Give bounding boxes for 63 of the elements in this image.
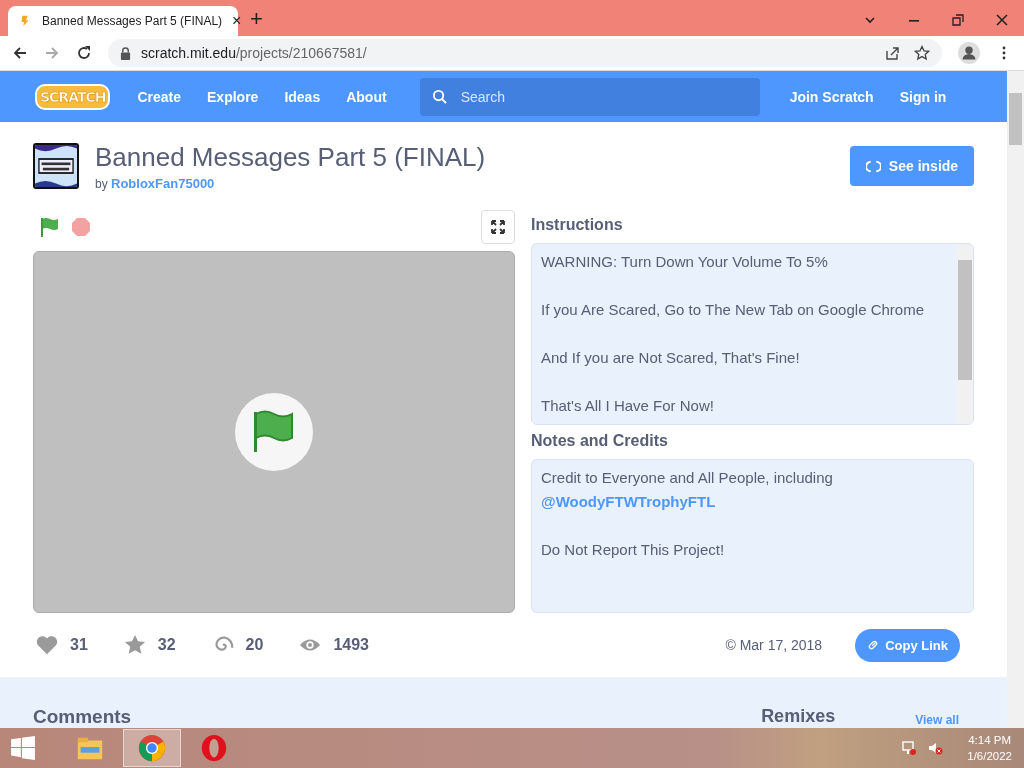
fullscreen-button[interactable]: [481, 210, 515, 244]
notes-text: Credit to Everyone and All People, including @WoodyFTWTrophyFTL: [541, 468, 834, 512]
nav-link[interactable]: Ideas: [274, 88, 331, 105]
clock-date[interactable]: 1/6/2022: [967, 748, 1012, 764]
by-label: by: [95, 176, 108, 191]
nav-link[interactable]: About: [336, 88, 397, 105]
tab-title: Banned Messages Part 5 (FINAL): [42, 14, 223, 28]
sign-in-link[interactable]: Sign in: [889, 88, 957, 105]
forward-icon[interactable]: [44, 45, 60, 61]
scrollbar[interactable]: [957, 244, 973, 424]
join-link[interactable]: Join Scratch: [779, 88, 884, 105]
search-input[interactable]: Search: [458, 87, 748, 106]
expand-icon: [490, 219, 506, 235]
stat-count: 31: [70, 636, 88, 654]
remix-arrows-icon: [865, 158, 881, 174]
page-scrollbar[interactable]: [1007, 71, 1024, 728]
search-bar[interactable]: Search: [419, 77, 760, 116]
windows-start-icon[interactable]: [10, 735, 36, 761]
author-link[interactable]: RobloxFan75000: [111, 175, 215, 191]
stat-count: 32: [157, 636, 176, 654]
see-inside-button[interactable]: See inside: [850, 146, 974, 186]
nav-link[interactable]: Create: [127, 88, 192, 105]
opera-icon: [199, 733, 229, 763]
reload-icon[interactable]: [76, 45, 92, 61]
link-icon: [867, 639, 880, 651]
lock-icon: [120, 46, 131, 60]
stat-count: 20: [245, 636, 264, 654]
scratch-logo[interactable]: SCRATCH: [35, 83, 111, 110]
flag-icon[interactable]: [39, 216, 59, 238]
url-text: scratch.mit.edu/projects/210667581/: [141, 45, 367, 61]
project-title: Banned Messages Part 5 (FINAL): [95, 141, 486, 173]
share-icon[interactable]: [884, 45, 900, 61]
nav-link[interactable]: Explore: [197, 88, 269, 105]
shared-date: © Mar 17, 2018: [725, 637, 823, 653]
close-icon[interactable]: [994, 12, 1010, 28]
star-icon[interactable]: [914, 45, 930, 61]
notes-text: Do Not Report This Project!: [541, 540, 726, 560]
instructions-heading: Instructions: [531, 216, 624, 234]
mention-link[interactable]: @WoodyFTWTrophyFTL: [541, 493, 716, 510]
chrome-app-button[interactable]: [123, 729, 181, 767]
remixes-heading: Remixes: [761, 706, 836, 727]
instructions-text: WARNING: Turn Down Your Volume To 5%: [541, 253, 829, 271]
chrome-icon: [137, 733, 167, 763]
restore-icon[interactable]: [950, 12, 966, 28]
star-icon[interactable]: [123, 634, 146, 656]
back-icon[interactable]: [12, 45, 28, 61]
profile-icon[interactable]: [958, 42, 980, 64]
instructions-text: And If you are Not Scared, That's Fine!: [541, 349, 801, 367]
instructions-text: If you Are Scared, Go to The New Tab on Google Chrome: [541, 301, 925, 319]
notes-heading: Notes and Credits: [531, 432, 669, 450]
instructions-text: That's All I Have For Now!: [541, 397, 715, 415]
copy-link-button[interactable]: Copy Link: [855, 628, 960, 662]
new-tab-button[interactable]: +: [250, 6, 263, 32]
address-bar[interactable]: scratch.mit.edu/projects/210667581/: [108, 39, 942, 67]
network-icon[interactable]: [901, 740, 918, 756]
muted-speaker-icon[interactable]: [927, 740, 944, 756]
view-all-link[interactable]: View all: [915, 713, 959, 727]
stat-count: 1493: [333, 636, 369, 654]
search-icon: [431, 89, 447, 104]
play-flag-button[interactable]: [234, 392, 314, 472]
heart-icon[interactable]: [36, 634, 58, 656]
comments-heading: Comments: [33, 706, 132, 728]
clock-time[interactable]: 4:14 PM: [968, 732, 1012, 748]
